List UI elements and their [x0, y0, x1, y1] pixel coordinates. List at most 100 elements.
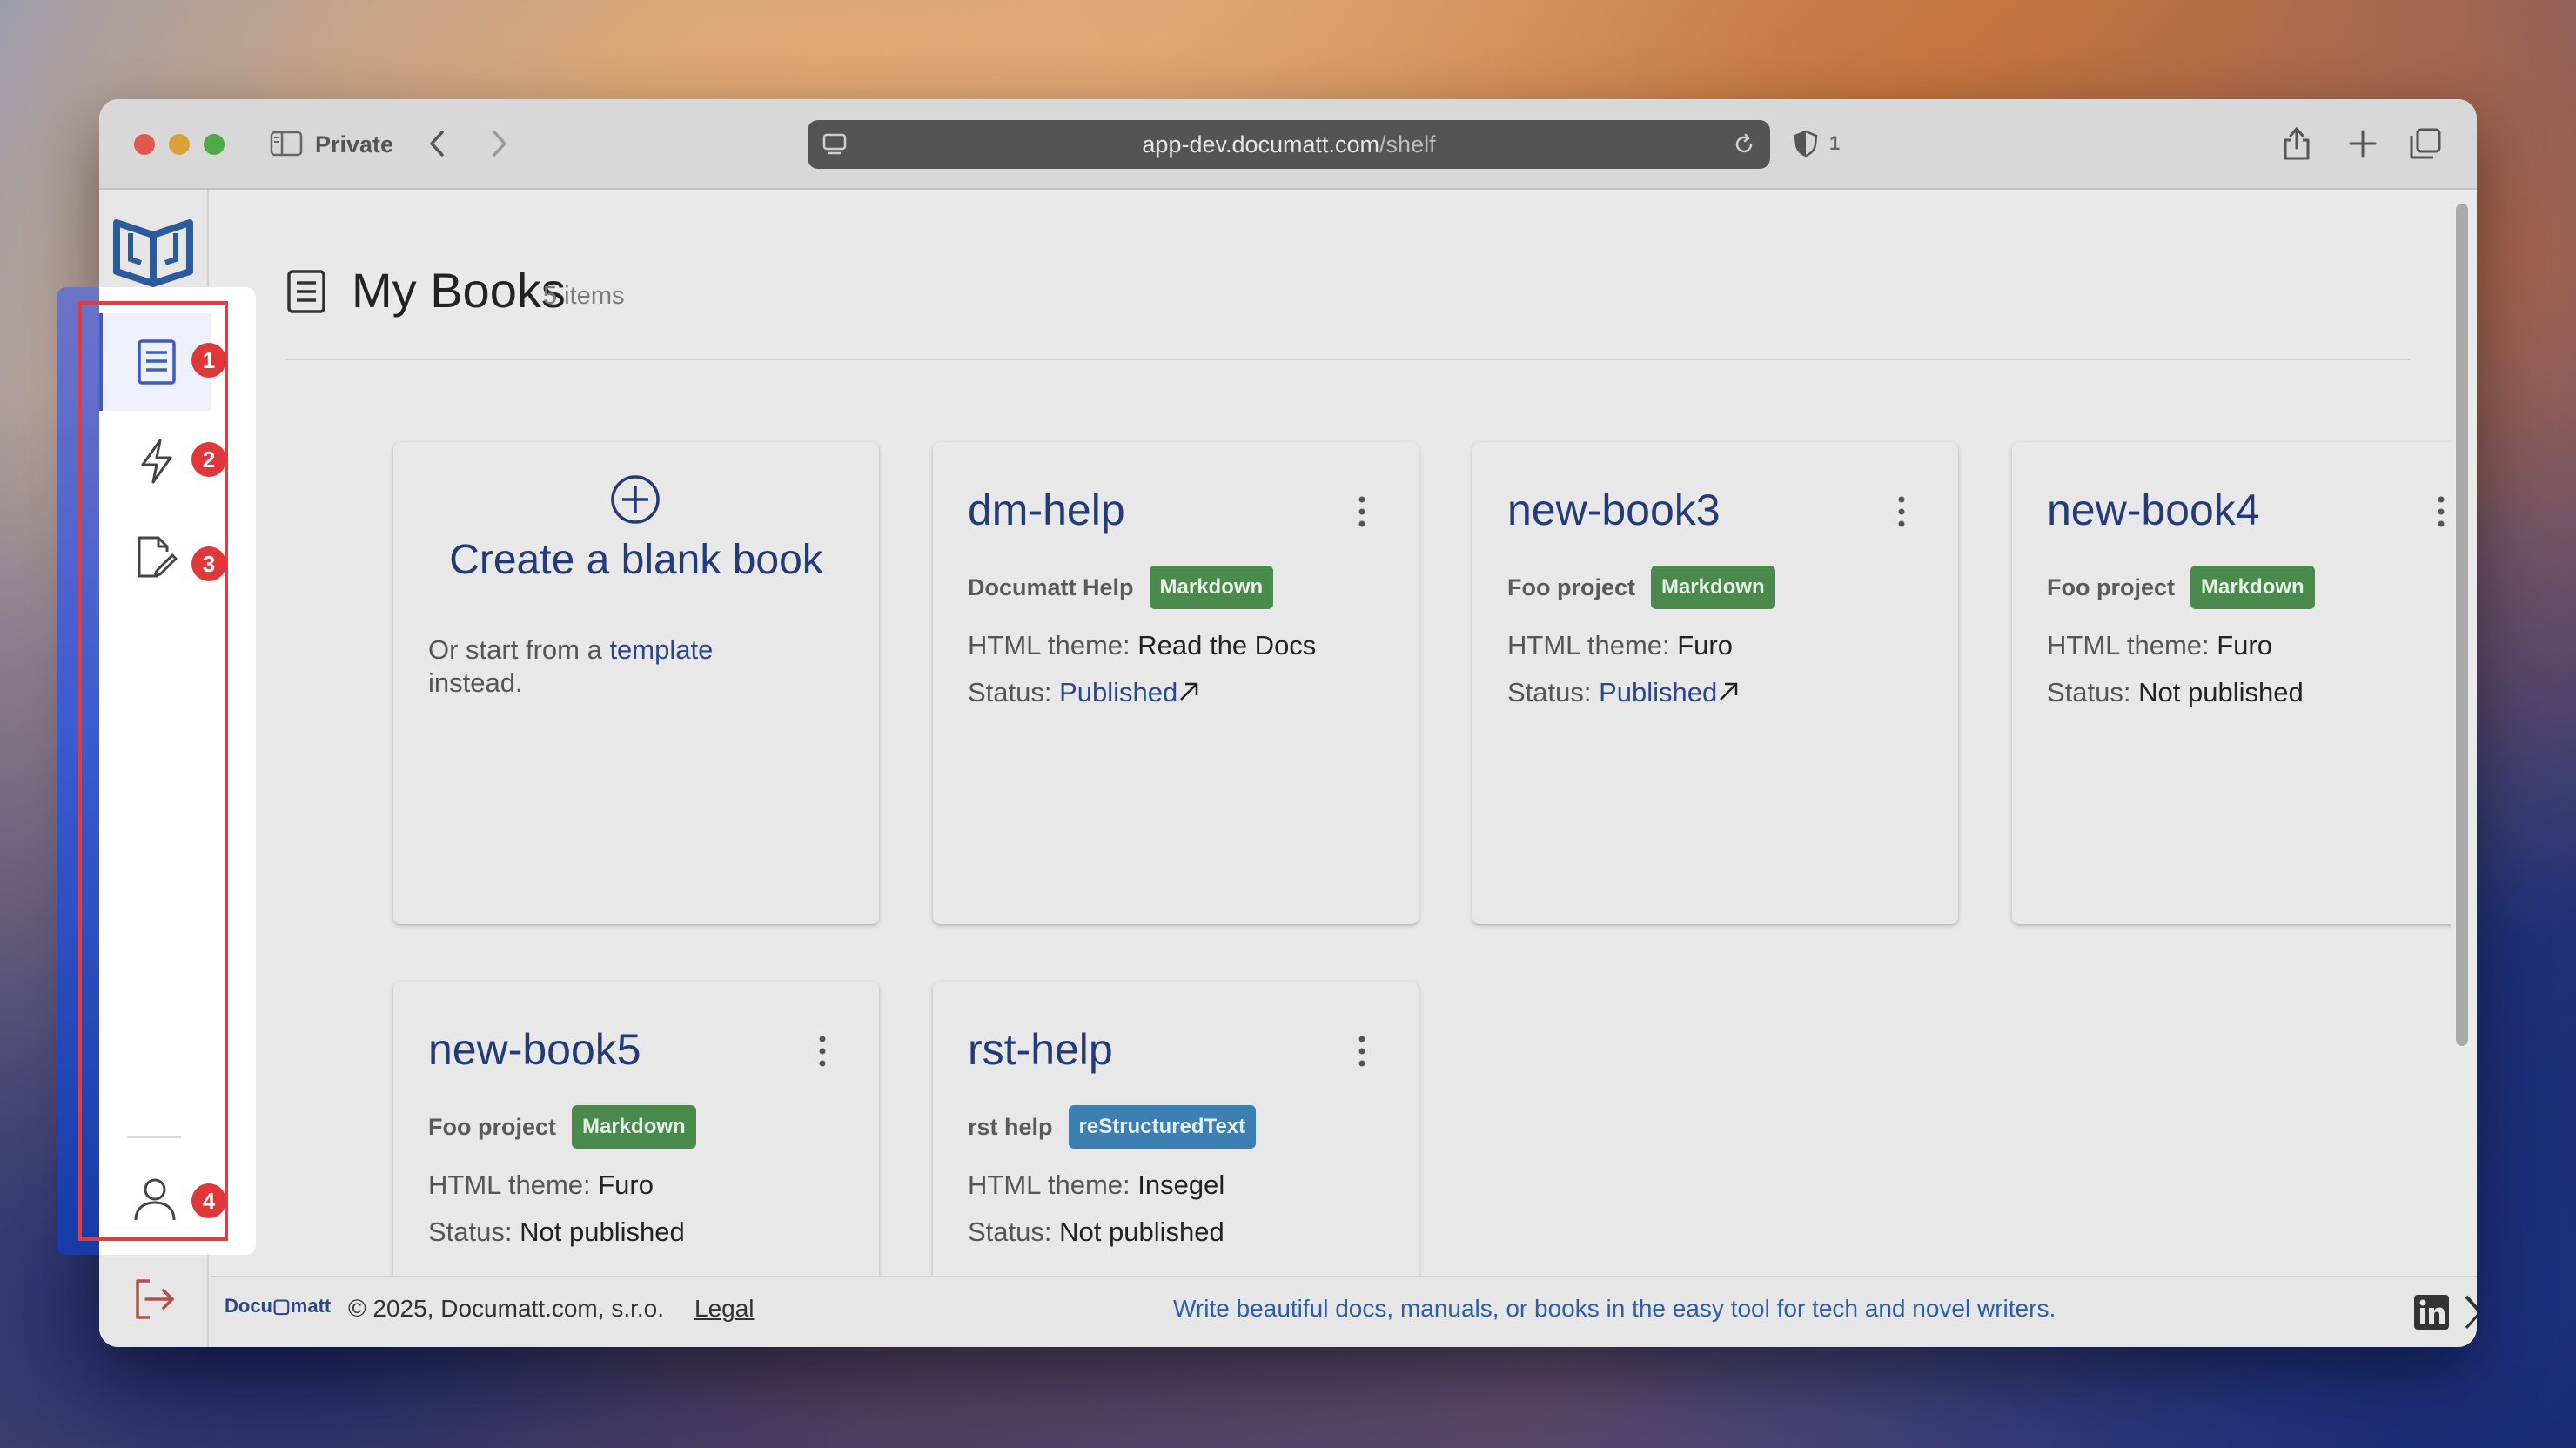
status-published-link[interactable]: Published: [1059, 677, 1177, 707]
book-title[interactable]: new-book3: [1507, 484, 1721, 536]
browser-window: Private app-dev.documatt.com/shelf 1 My …: [99, 99, 2477, 1347]
app-area: My Books 5 items Create a blank book Or …: [99, 190, 2477, 1347]
book-meta: Foo project Markdown: [2047, 564, 2315, 611]
theme-label: HTML theme:: [2047, 630, 2210, 660]
new-tab-icon[interactable]: [2348, 129, 2378, 158]
private-browsing-label: Private: [315, 131, 394, 158]
sidebar-toggle-icon[interactable]: [270, 131, 303, 157]
tab-overview-icon[interactable]: [2409, 127, 2442, 160]
status-line: Status: Not published: [428, 1215, 685, 1250]
privacy-shield-icon[interactable]: [1793, 129, 1819, 158]
more-options-icon[interactable]: [2435, 494, 2447, 529]
browser-toolbar: Private app-dev.documatt.com/shelf 1: [99, 99, 2477, 190]
external-link-icon[interactable]: [1717, 680, 1740, 703]
book-card[interactable]: new-book4 Foo project Markdown HTML them…: [2012, 442, 2451, 924]
format-badge: Markdown: [572, 1105, 696, 1149]
status-line: Status: Published: [1507, 675, 1740, 710]
create-blank-book-link[interactable]: Create a blank book: [393, 536, 879, 584]
status-line: Status: Not published: [2047, 675, 2304, 710]
book-card[interactable]: dm-help Documatt Help Markdown HTML them…: [933, 442, 1419, 924]
footer: Docu▢matt © 2025, Documatt.com, s.r.o. L…: [211, 1276, 2477, 1347]
footer-tagline: Write beautiful docs, manuals, or books …: [1173, 1295, 2056, 1322]
status-line: Status: Published: [968, 675, 1200, 710]
theme-line: HTML theme: Furo: [2047, 628, 2272, 663]
theme-label: HTML theme:: [428, 1170, 591, 1200]
create-book-card[interactable]: Create a blank book Or start from a temp…: [393, 442, 879, 924]
main-content: My Books 5 items Create a blank book Or …: [211, 190, 2451, 1276]
linkedin-icon[interactable]: [2412, 1293, 2451, 1331]
book-meta: Foo project Markdown: [428, 1103, 696, 1150]
theme-line: HTML theme: Insegel: [968, 1168, 1224, 1203]
url-text: app-dev.documatt.com/shelf: [1142, 131, 1436, 158]
more-options-icon[interactable]: [816, 1034, 828, 1069]
more-options-icon[interactable]: [1356, 494, 1368, 529]
status-value: Not published: [520, 1217, 685, 1247]
reload-icon[interactable]: [1732, 132, 1756, 157]
page-header: My Books 5 items: [285, 261, 2451, 325]
status-label: Status:: [1507, 677, 1592, 707]
status-value: Not published: [1059, 1217, 1224, 1247]
scrollbar[interactable]: [2451, 190, 2477, 1276]
theme-label: HTML theme:: [1507, 630, 1670, 660]
page-title: My Books: [352, 263, 566, 318]
close-window-button[interactable]: [134, 134, 155, 155]
logout-icon[interactable]: [132, 1277, 178, 1321]
project-name: Foo project: [2047, 573, 2175, 600]
address-bar[interactable]: app-dev.documatt.com/shelf: [808, 120, 1770, 169]
create-subtext: Or start from a template instead.: [428, 634, 794, 700]
theme-value: Read the Docs: [1137, 630, 1317, 660]
books-icon: [287, 270, 325, 313]
create-sub-suffix: instead.: [428, 667, 523, 698]
book-title[interactable]: rst-help: [968, 1023, 1113, 1076]
book-card[interactable]: new-book3 Foo project Markdown HTML them…: [1472, 442, 1958, 924]
zoom-window-button[interactable]: [204, 134, 225, 155]
theme-line: HTML theme: Furo: [428, 1168, 654, 1203]
status-label: Status:: [428, 1217, 513, 1247]
book-meta: rst help reStructuredText: [968, 1103, 1257, 1150]
scrollbar-thumb[interactable]: [2456, 204, 2468, 1046]
header-divider: [285, 359, 2411, 360]
documatt-logo-icon[interactable]: [111, 211, 195, 289]
x-twitter-icon[interactable]: [2461, 1293, 2477, 1331]
theme-value: Furo: [2217, 630, 2272, 660]
status-published-link[interactable]: Published: [1599, 677, 1717, 707]
status-label: Status:: [2047, 677, 2131, 707]
theme-value: Furo: [1677, 630, 1733, 660]
tracker-count: 1: [1829, 132, 1841, 154]
format-badge: reStructuredText: [1068, 1105, 1257, 1149]
share-icon[interactable]: [2282, 125, 2311, 162]
book-meta: Foo project Markdown: [1507, 564, 1775, 611]
external-link-icon[interactable]: [1177, 680, 1200, 703]
format-badge: Markdown: [2190, 566, 2315, 609]
add-circle-icon[interactable]: [609, 473, 661, 526]
forward-icon[interactable]: [484, 127, 513, 160]
theme-label: HTML theme:: [968, 1170, 1130, 1200]
book-card[interactable]: rst-help rst help reStructuredText HTML …: [933, 982, 1419, 1276]
book-title[interactable]: new-book5: [428, 1023, 641, 1076]
back-icon[interactable]: [423, 127, 453, 160]
annotation-badge-3: 3: [191, 546, 226, 581]
book-title[interactable]: dm-help: [968, 484, 1125, 536]
project-name: Foo project: [428, 1113, 556, 1140]
create-sub-prefix: Or start from a: [428, 634, 602, 665]
status-label: Status:: [968, 1217, 1052, 1247]
more-options-icon[interactable]: [1356, 1034, 1368, 1069]
format-badge: Markdown: [1149, 566, 1274, 609]
template-link[interactable]: template: [609, 634, 713, 665]
annotation-badge-4: 4: [191, 1183, 226, 1218]
theme-label: HTML theme:: [968, 630, 1130, 660]
book-title[interactable]: new-book4: [2047, 484, 2260, 536]
footer-copyright: © 2025, Documatt.com, s.r.o.: [348, 1295, 665, 1322]
project-name: Foo project: [1507, 573, 1635, 600]
book-card[interactable]: new-book5 Foo project Markdown HTML them…: [393, 982, 879, 1276]
project-name: rst help: [968, 1113, 1053, 1140]
legal-link[interactable]: Legal: [694, 1295, 755, 1323]
annotation-badge-2: 2: [191, 442, 226, 477]
annotation-badge-1: 1: [191, 343, 226, 378]
book-meta: Documatt Help Markdown: [968, 564, 1274, 611]
minimize-window-button[interactable]: [169, 134, 190, 155]
status-label: Status:: [968, 677, 1052, 707]
status-value: Not published: [2138, 677, 2304, 707]
more-options-icon[interactable]: [1895, 494, 1908, 529]
status-line: Status: Not published: [968, 1215, 1224, 1250]
